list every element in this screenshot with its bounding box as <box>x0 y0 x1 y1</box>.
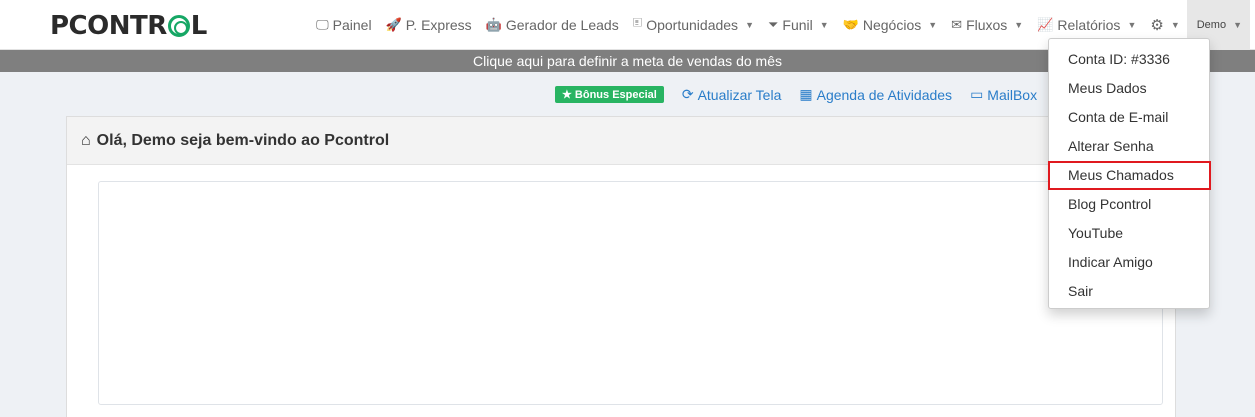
dropdown-item-alterar-senha[interactable]: Alterar Senha <box>1049 132 1209 161</box>
pcontrol-logo[interactable]: PCONTR L <box>50 11 207 41</box>
panel-content-area <box>98 181 1163 405</box>
nav-item-neg-cios[interactable]: 🤝 Negócios ▼ <box>836 0 944 50</box>
quick-actions: ★ Bônus Especial ⟳ Atualizar Tela ▦ Agenda… <box>555 86 1037 103</box>
home-icon: ⌂ <box>81 131 91 149</box>
user-dropdown-menu: Conta ID: #3336 Meus Dados Conta de E-mail… <box>1048 38 1211 309</box>
nav-label: Relatórios <box>1057 17 1121 33</box>
nav-label: Funil <box>782 17 813 33</box>
mailbox-link[interactable]: ▭ MailBox <box>970 86 1037 103</box>
nav-item-gerador-de-leads[interactable]: 🤖 Gerador de Leads <box>479 0 626 50</box>
handshake-icon: 🤝 <box>842 17 859 32</box>
logo-text-left: PCONTR <box>50 11 167 41</box>
caret-down-icon: ▼ <box>1014 20 1024 30</box>
dropdown-item-indicar-amigo[interactable]: Indicar Amigo <box>1049 248 1209 277</box>
nav-item-oportunidades[interactable]: 🗉 Oportunidades ▼ <box>626 0 761 50</box>
refresh-label: Atualizar Tela <box>697 86 782 103</box>
dropdown-item-conta-de-e-mail[interactable]: Conta de E-mail <box>1049 103 1209 132</box>
refresh-icon: ⟳ <box>681 86 694 102</box>
mailbox-label: MailBox <box>987 86 1038 103</box>
caret-down-icon: ▼ <box>1127 20 1137 30</box>
caret-down-icon: ▼ <box>1233 20 1242 30</box>
robot-icon: 🤖 <box>485 17 502 32</box>
agenda-link[interactable]: ▦ Agenda de Atividades <box>799 86 952 103</box>
nav-label: Painel <box>332 17 372 33</box>
panel-title: Olá, Demo seja bem-vindo ao Pcontrol <box>96 131 390 149</box>
mailbox-icon: ▭ <box>970 86 984 102</box>
nav-label: Oportunidades <box>646 17 739 33</box>
line-chart-icon: 📈 <box>1037 17 1054 32</box>
nav-item-painel[interactable]: 🖵 Painel <box>309 0 378 50</box>
calendar-icon: ▦ <box>799 86 813 102</box>
bonus-label: Bônus Especial <box>574 89 657 101</box>
user-menu-label: Demo <box>1196 19 1227 31</box>
nav-item-p-express[interactable]: 🚀 P. Express <box>379 0 479 50</box>
logo-target-icon <box>167 15 190 37</box>
dropdown-item-blog-pcontrol[interactable]: Blog Pcontrol <box>1049 190 1209 219</box>
rocket-icon: 🚀 <box>385 17 402 32</box>
gear-icon: ⚙ <box>1150 17 1164 34</box>
welcome-panel: ⌂ Olá, Demo seja bem-vindo ao Pcontrol <box>66 116 1176 417</box>
nav-item-fluxos[interactable]: ✉ Fluxos ▼ <box>944 0 1030 50</box>
bonus-badge[interactable]: ★ Bônus Especial <box>555 86 664 103</box>
caret-down-icon: ▼ <box>819 20 829 30</box>
dropdown-item-meus-dados[interactable]: Meus Dados <box>1049 74 1209 103</box>
envelope-icon: ✉ <box>951 17 963 32</box>
contact-card-icon: 🗉 <box>632 15 643 30</box>
panel-header: ⌂ Olá, Demo seja bem-vindo ao Pcontrol <box>67 117 1175 165</box>
monitor-icon: 🖵 <box>316 17 329 32</box>
caret-down-icon: ▼ <box>1170 20 1180 30</box>
nav-label: Negócios <box>862 17 922 33</box>
agenda-label: Agenda de Atividades <box>816 86 953 103</box>
nav-label: Gerador de Leads <box>505 17 619 33</box>
caret-down-icon: ▼ <box>745 20 754 30</box>
refresh-link[interactable]: ⟳ Atualizar Tela <box>682 86 782 103</box>
dropdown-item-sair[interactable]: Sair <box>1049 277 1209 306</box>
nav-label: P. Express <box>405 17 472 33</box>
dropdown-item-youtube[interactable]: YouTube <box>1049 219 1209 248</box>
caret-down-icon: ▼ <box>928 20 938 30</box>
filter-icon: ⏷ <box>767 17 779 32</box>
dropdown-item-meus-chamados[interactable]: Meus Chamados <box>1048 161 1211 190</box>
nav-item-funil[interactable]: ⏷ Funil ▼ <box>761 0 836 50</box>
dropdown-item-conta-id-3336[interactable]: Conta ID: #3336 <box>1049 45 1209 74</box>
nav-label: Fluxos <box>966 17 1008 33</box>
logo-text-right: L <box>190 11 208 41</box>
